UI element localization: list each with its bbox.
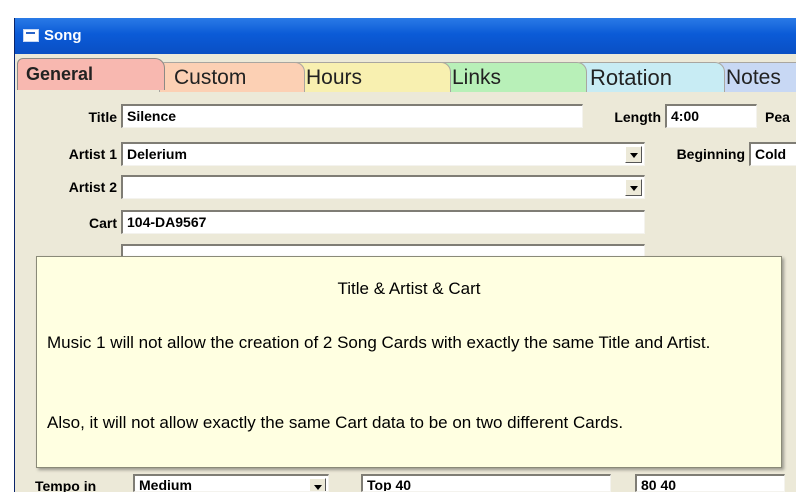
title-field[interactable]: Silence — [121, 104, 583, 128]
tab-general[interactable]: General — [17, 58, 165, 90]
tab-links-label: Links — [452, 66, 502, 89]
tab-notes-label: Notes — [726, 66, 781, 89]
length-field[interactable]: 4:00 — [665, 104, 757, 128]
tab-notes[interactable]: Notes — [715, 62, 796, 92]
chevron-down-icon[interactable] — [309, 478, 326, 491]
tab-hours[interactable]: Hours — [291, 62, 451, 92]
window-icon — [23, 29, 39, 42]
tooltip-paragraph-1: Music 1 will not allow the creation of 2… — [47, 333, 711, 352]
cart-label: Cart — [88, 215, 117, 231]
title-label: Title — [88, 109, 117, 125]
artist1-label: Artist 1 — [68, 146, 117, 162]
beginning-select[interactable]: Cold — [749, 142, 796, 166]
tab-strip: General Custom Hours Links Rotation Note… — [15, 56, 796, 92]
tooltip-title: Title & Artist & Cart — [337, 279, 481, 298]
window-title: Song — [44, 27, 82, 44]
artist2-label: Artist 2 — [68, 179, 117, 195]
artist2-select[interactable] — [121, 175, 645, 199]
tab-general-label: General — [26, 64, 94, 84]
beginning-label: Beginning — [676, 146, 745, 162]
artist1-select[interactable]: Delerium — [121, 142, 645, 166]
tempo-in-label: Tempo in — [35, 478, 97, 492]
tempo-in-value: Medium — [139, 477, 192, 492]
peak-label: Pea — [765, 109, 790, 125]
tab-hours-label: Hours — [306, 66, 363, 89]
top40-field[interactable]: Top 40 — [361, 474, 611, 492]
tempo-in-select[interactable]: Medium — [133, 474, 329, 492]
partial-field[interactable]: 80 40 — [635, 474, 785, 492]
tab-custom-label: Custom — [174, 66, 247, 89]
length-label: Length — [614, 109, 661, 125]
tooltip-paragraph-2: Also, it will not allow exactly the same… — [47, 413, 624, 432]
tooltip: Title & Artist & Cart Music 1 will not a… — [36, 256, 782, 468]
chevron-down-icon[interactable] — [625, 179, 642, 196]
chevron-down-icon[interactable] — [625, 146, 642, 163]
tab-custom[interactable]: Custom — [159, 62, 305, 92]
tab-links[interactable]: Links — [437, 62, 587, 92]
tab-rotation-label: Rotation — [590, 65, 672, 90]
cart-field[interactable]: 104-DA9567 — [121, 210, 645, 234]
title-bar[interactable]: Song — [15, 18, 796, 54]
tab-rotation[interactable]: Rotation — [575, 62, 725, 92]
artist1-value: Delerium — [127, 146, 187, 162]
